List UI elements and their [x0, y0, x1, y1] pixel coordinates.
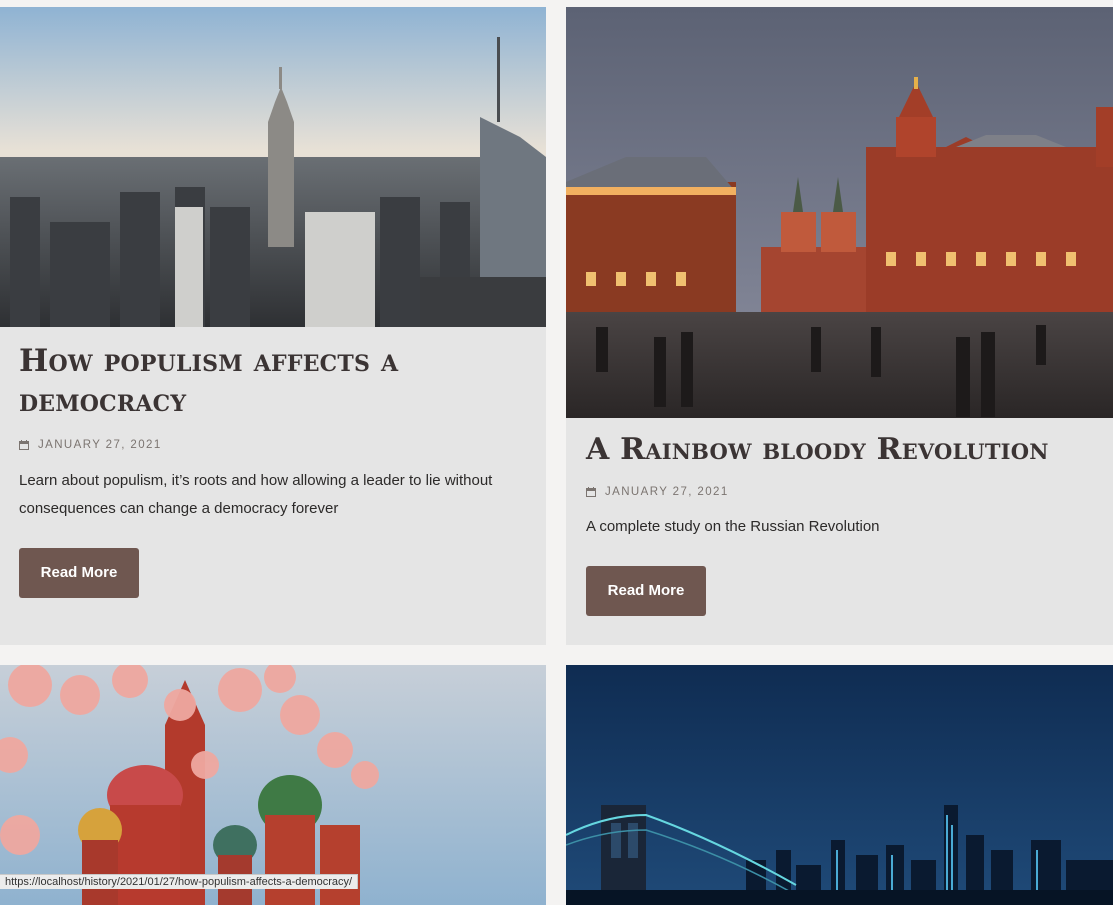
- post-card: A Rainbow bloody Revolution January 27, …: [566, 7, 1113, 645]
- post-title[interactable]: A Rainbow bloody Revolution: [586, 418, 1093, 470]
- post-card: [566, 665, 1113, 905]
- post-date: January 27, 2021: [19, 439, 527, 451]
- post-thumbnail[interactable]: [566, 665, 1113, 905]
- post-title[interactable]: How populism affects a democracy: [19, 327, 527, 421]
- post-date-text[interactable]: January 27, 2021: [605, 486, 729, 498]
- post-thumbnail[interactable]: [0, 7, 546, 327]
- calendar-icon: [19, 440, 29, 450]
- link-status-bar: https://localhost/history/2021/01/27/how…: [0, 874, 359, 889]
- calendar-icon: [586, 487, 596, 497]
- post-excerpt: Learn about populism, it’s roots and how…: [19, 472, 493, 517]
- read-more-button[interactable]: Read More: [19, 548, 139, 598]
- post-card: [0, 665, 546, 905]
- moscow-square-image: [566, 7, 1113, 418]
- night-bridge-image: [566, 665, 1113, 905]
- post-date-text[interactable]: January 27, 2021: [38, 439, 162, 451]
- cathedral-image: [0, 665, 546, 905]
- post-date: January 27, 2021: [586, 486, 1093, 498]
- post-thumbnail[interactable]: [566, 7, 1113, 418]
- post-excerpt: A complete study on the Russian Revoluti…: [586, 518, 880, 535]
- city-skyline-image: [0, 7, 546, 327]
- read-more-button[interactable]: Read More: [586, 566, 706, 616]
- post-card: How populism affects a democracy January…: [0, 7, 546, 645]
- post-thumbnail[interactable]: [0, 665, 546, 905]
